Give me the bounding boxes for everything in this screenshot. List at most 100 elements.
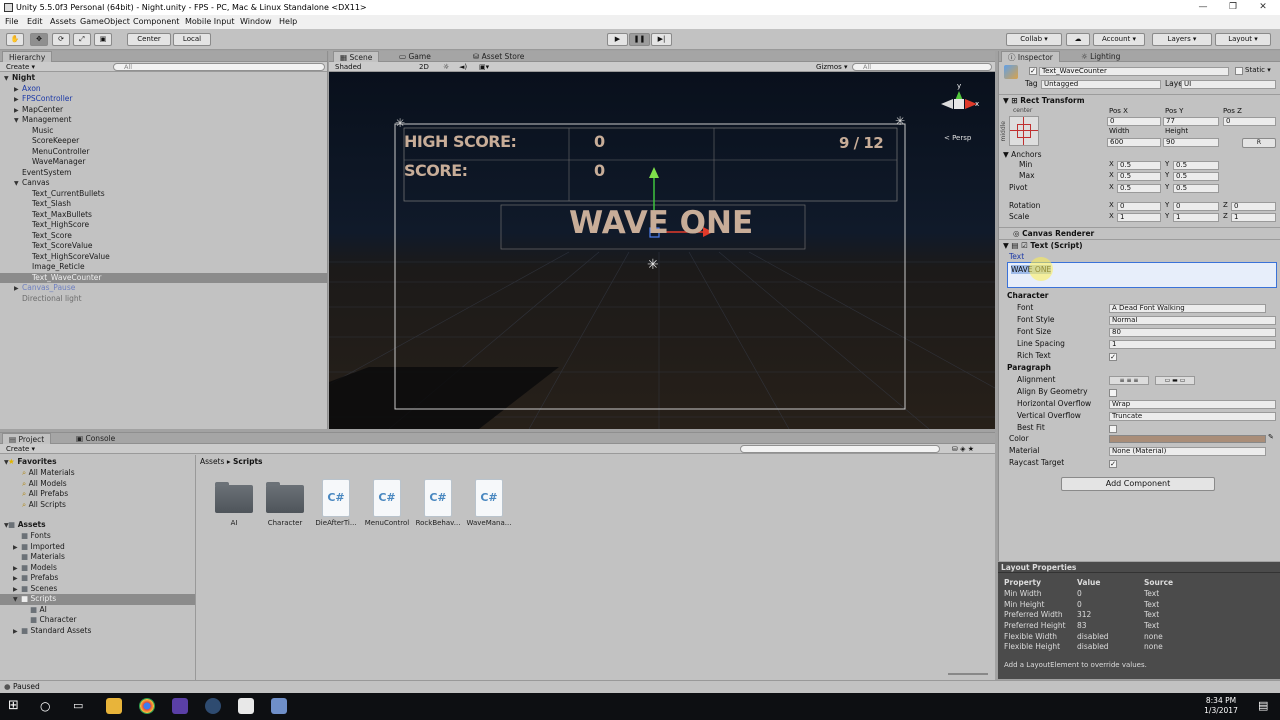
asset-item[interactable]: C# RockBehav... <box>412 479 464 539</box>
zoom-slider[interactable] <box>948 673 988 675</box>
windows-start-icon[interactable]: ⊞ <box>8 698 24 714</box>
tab-hierarchy[interactable]: Hierarchy <box>2 51 53 62</box>
hierarchy-item[interactable]: Text_CurrentBullets <box>0 189 327 200</box>
hierarchy-item[interactable]: ScoreKeeper <box>0 136 327 147</box>
font-field[interactable]: A Dead Font Walking <box>1109 304 1266 313</box>
asset-item[interactable]: C# MenuControl <box>361 479 413 539</box>
hierarchy-item[interactable]: ▼ Canvas <box>0 178 327 189</box>
tab-asset-store[interactable]: ⛁ Asset Store <box>467 51 530 62</box>
tab-console[interactable]: ▣ Console <box>70 433 121 444</box>
corner-handle-icon[interactable]: ✳ <box>895 114 905 128</box>
asset-folder-item[interactable]: ■ AI <box>0 605 195 616</box>
mode-2d-toggle[interactable]: 2D <box>419 62 429 72</box>
hierarchy-item[interactable]: WaveManager <box>0 157 327 168</box>
obs-icon[interactable] <box>172 698 188 714</box>
layers-dropdown[interactable]: Layers ▾ <box>1152 33 1212 46</box>
pivot-center-button[interactable]: Center <box>127 33 171 46</box>
hierarchy-item[interactable]: ▶ FPSController <box>0 94 327 105</box>
unity-taskbar-icon[interactable] <box>238 698 254 714</box>
hierarchy-item[interactable]: Text_ScoreValue <box>0 241 327 252</box>
menu-assets[interactable]: Assets <box>50 15 76 29</box>
pos-y-field[interactable]: 77 <box>1163 117 1219 126</box>
asset-folder-item[interactable]: ▼ ■ Scripts <box>0 594 195 605</box>
gizmos-dropdown[interactable]: Gizmos ▾ <box>816 62 848 72</box>
asset-folder-item[interactable]: ■ Fonts <box>0 531 195 542</box>
rotation-x-field[interactable]: 0 <box>1117 202 1161 211</box>
account-dropdown[interactable]: Account ▾ <box>1093 33 1145 46</box>
hierarchy-item[interactable]: ▶ Canvas_Pause <box>0 283 327 294</box>
vertical-overflow-dropdown[interactable]: Truncate <box>1109 412 1276 421</box>
anchor-min-y-field[interactable]: 0.5 <box>1173 161 1219 170</box>
rotate-tool-icon[interactable]: ⟳ <box>52 33 70 46</box>
horizontal-overflow-dropdown[interactable]: Wrap <box>1109 400 1276 409</box>
rect-tool-icon[interactable]: ▣ <box>94 33 112 46</box>
tab-scene[interactable]: ▦ Scene <box>333 51 380 62</box>
font-style-dropdown[interactable]: Normal <box>1109 316 1276 325</box>
menu-component[interactable]: Component <box>133 15 179 29</box>
app-taskbar-icon[interactable] <box>271 698 287 714</box>
canvas-renderer-header[interactable]: ◎ Canvas Renderer <box>999 227 1280 239</box>
asset-folder-item[interactable]: ▶ ■ Models <box>0 563 195 574</box>
assets-header[interactable]: ▼■ Assets <box>0 520 195 531</box>
audio-toggle-icon[interactable]: ◄) <box>459 62 467 72</box>
add-component-button[interactable]: Add Component <box>1061 477 1215 491</box>
tab-game[interactable]: ▭ Game <box>393 51 437 62</box>
hud-wave-counter[interactable]: WAVE ONE <box>569 205 753 241</box>
width-field[interactable]: 600 <box>1107 138 1161 147</box>
search-icon[interactable]: ○ <box>40 698 56 714</box>
breadcrumb-assets[interactable]: Assets <box>200 457 224 466</box>
pivot-y-field[interactable]: 0.5 <box>1173 184 1219 193</box>
minimize-icon[interactable]: — <box>1188 0 1218 15</box>
object-name-field[interactable]: Text_WaveCounter <box>1039 67 1229 76</box>
hierarchy-item[interactable]: EventSystem <box>0 168 327 179</box>
lighting-toggle-icon[interactable]: ☼ <box>443 62 449 72</box>
hand-tool-icon[interactable]: ✋ <box>6 33 24 46</box>
maximize-icon[interactable]: ❐ <box>1218 0 1248 15</box>
tab-lighting[interactable]: ☼ Lighting <box>1075 51 1126 62</box>
tab-project[interactable]: ▤ Project <box>2 433 52 444</box>
hierarchy-item[interactable]: Text_Slash <box>0 199 327 210</box>
anchor-max-x-field[interactable]: 0.5 <box>1117 172 1161 181</box>
color-swatch[interactable] <box>1109 435 1266 443</box>
tag-dropdown[interactable]: Untagged <box>1041 80 1161 89</box>
layout-dropdown[interactable]: Layout ▾ <box>1215 33 1271 46</box>
pos-z-field[interactable]: 0 <box>1223 117 1276 126</box>
anchor-preset-button[interactable] <box>1009 116 1039 146</box>
menu-mobile-input[interactable]: Mobile Input <box>185 15 235 29</box>
font-size-field[interactable]: 80 <box>1109 328 1276 337</box>
vertical-alignment-buttons[interactable]: ▭ ▬ ▭ <box>1155 376 1195 385</box>
asset-folder-item[interactable]: ▶ ■ Scenes <box>0 584 195 595</box>
notifications-icon[interactable]: ▤ <box>1258 699 1268 712</box>
hierarchy-item[interactable]: Text_MaxBullets <box>0 210 327 221</box>
hierarchy-item[interactable]: Text_WaveCounter <box>0 272 327 283</box>
hierarchy-create-button[interactable]: Create ▾ <box>6 62 35 72</box>
rich-text-checkbox[interactable]: ✓ <box>1109 353 1117 361</box>
favorites-item[interactable]: ⌕ All Prefabs <box>0 489 195 500</box>
menu-edit[interactable]: Edit <box>27 15 43 29</box>
raw-edit-button[interactable]: R <box>1242 138 1276 148</box>
hierarchy-item[interactable]: ▶ MapCenter <box>0 105 327 116</box>
scale-z-field[interactable]: 1 <box>1231 213 1276 222</box>
expand-arrow-icon[interactable]: ▶ <box>13 627 21 638</box>
hierarchy-item[interactable]: ▼ Management <box>0 115 327 126</box>
best-fit-checkbox[interactable] <box>1109 425 1117 433</box>
anchor-min-x-field[interactable]: 0.5 <box>1117 161 1161 170</box>
filter-icons[interactable]: ⛁ ◈ ★ <box>952 444 974 454</box>
pause-icon[interactable]: ❚❚ <box>629 33 650 46</box>
anchor-max-y-field[interactable]: 0.5 <box>1173 172 1219 181</box>
hierarchy-item[interactable]: MenuController <box>0 147 327 158</box>
favorites-header[interactable]: ▼★ Favorites <box>0 457 195 468</box>
scale-y-field[interactable]: 1 <box>1173 213 1219 222</box>
taskbar-clock[interactable]: 8:34 PM 1/3/2017 <box>1196 696 1246 716</box>
move-tool-icon[interactable]: ✥ <box>30 33 48 46</box>
project-search-input[interactable] <box>740 445 940 453</box>
asset-folder-item[interactable]: ▶ ■ Prefabs <box>0 573 195 584</box>
text-script-header[interactable]: ▼ ▤ ☑ Text (Script) <box>999 239 1280 251</box>
line-spacing-field[interactable]: 1 <box>1109 340 1276 349</box>
shading-mode-dropdown[interactable]: Shaded <box>335 62 361 72</box>
close-icon[interactable]: ✕ <box>1248 0 1278 15</box>
favorites-item[interactable]: ⌕ All Scripts <box>0 500 195 511</box>
effects-dropdown-icon[interactable]: ▣▾ <box>479 62 489 72</box>
hierarchy-item[interactable]: Image_Reticle <box>0 262 327 273</box>
asset-item[interactable]: C# WaveMana... <box>463 479 515 539</box>
